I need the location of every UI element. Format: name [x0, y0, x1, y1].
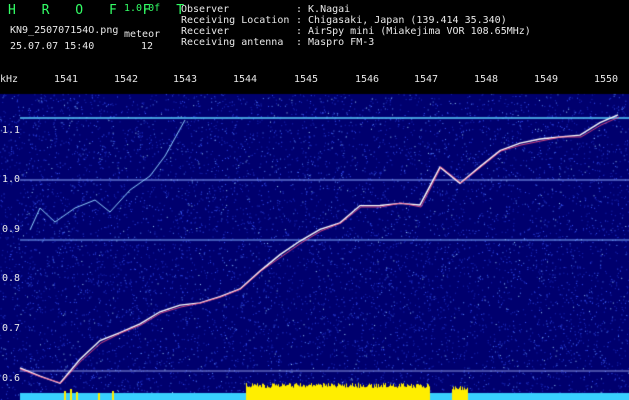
receiver-label: Receiver	[181, 26, 230, 37]
meteor-label: meteor	[124, 29, 161, 40]
freq-tick: 1.0	[2, 174, 21, 185]
meteor-count: 12	[141, 41, 154, 52]
freq-tick: 0.9	[2, 224, 21, 235]
spectrogram-canvas	[0, 80, 629, 400]
observer-value: : K.Nagai	[296, 4, 351, 15]
time-tick: 1547	[413, 74, 439, 85]
antenna-label: Receiving antenna	[181, 37, 284, 48]
freq-tick: 1.1	[2, 125, 21, 136]
capture-datetime: 25.07.07 15:40	[10, 41, 95, 52]
time-tick: 1546	[354, 74, 380, 85]
time-axis: 1541 1542 1543 1544 1545 1546 1547 1548 …	[0, 72, 629, 94]
location-value: : Chigasaki, Japan (139.414 35.340)	[296, 15, 507, 26]
time-tick: 1550	[593, 74, 619, 85]
observer-label: Observer	[181, 4, 230, 15]
time-tick: 1542	[113, 74, 139, 85]
app-version: 1.0.0f	[124, 3, 161, 14]
time-tick: 1543	[172, 74, 198, 85]
app-logo: H R O F F T	[8, 3, 194, 18]
freq-tick: 0.6	[2, 373, 21, 384]
time-tick: 1549	[533, 74, 559, 85]
header-panel: H R O F F T 1.0.0f KN9_250707154O.png 25…	[0, 0, 629, 72]
freq-tick: 0.8	[2, 273, 21, 284]
antenna-value: : Maspro FM-3	[296, 37, 375, 48]
time-tick: 1548	[473, 74, 499, 85]
freq-tick: 0.7	[2, 323, 21, 334]
image-filename: KN9_250707154O.png	[10, 25, 119, 36]
time-tick: 1544	[232, 74, 258, 85]
time-tick: 1541	[53, 74, 79, 85]
location-label: Receiving Location	[181, 15, 290, 26]
time-tick: 1545	[293, 74, 319, 85]
receiver-value: : AirSpy mini (Miakejima VOR 108.65MHz)	[296, 26, 531, 37]
